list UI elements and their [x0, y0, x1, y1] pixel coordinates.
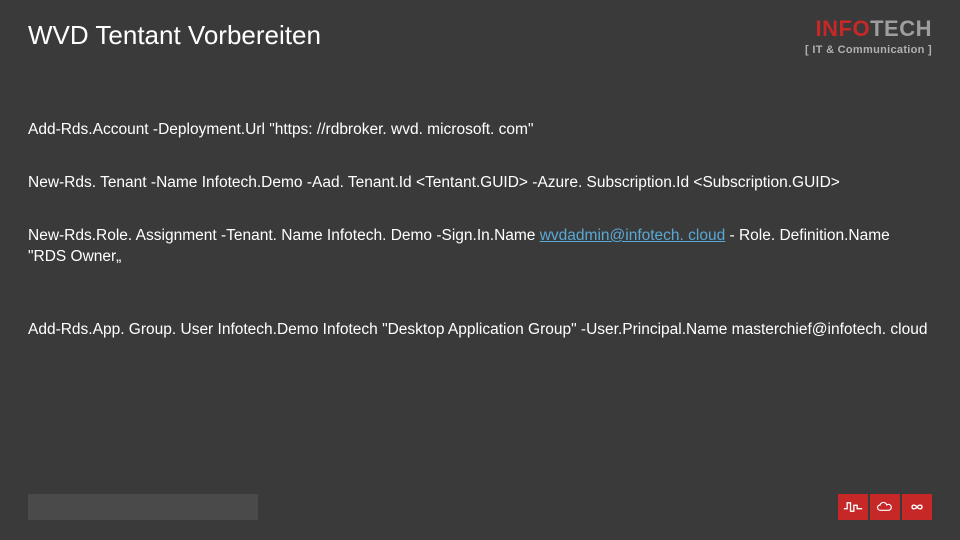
footer-placeholder-bar: [28, 494, 258, 520]
cmd3-email-link[interactable]: wvdadmin@infotech. cloud: [540, 227, 725, 244]
cmd3-pre: New-Rds.Role. Assignment -Tenant. Name I…: [28, 227, 540, 244]
logo-text: INFOTECH: [805, 18, 932, 40]
content-body: Add-Rds.Account -Deployment.Url "https: …: [28, 120, 932, 373]
logo-part-tech: TECH: [870, 16, 932, 41]
command-line-2: New-Rds. Tenant -Name Infotech.Demo -Aad…: [28, 173, 932, 194]
infinity-icon: [902, 494, 932, 520]
cloud-icon: [870, 494, 900, 520]
command-line-1: Add-Rds.Account -Deployment.Url "https: …: [28, 120, 932, 141]
command-line-4: Add-Rds.App. Group. User Infotech.Demo I…: [28, 320, 932, 341]
pulse-icon: [838, 494, 868, 520]
footer-icon-row: [838, 494, 932, 520]
logo-part-info: INFO: [816, 16, 871, 41]
logo-tagline: [ IT & Communication ]: [805, 44, 932, 56]
slide-title: WVD Tentant Vorbereiten: [28, 20, 321, 51]
command-line-3: New-Rds.Role. Assignment -Tenant. Name I…: [28, 226, 932, 268]
company-logo: INFOTECH [ IT & Communication ]: [805, 18, 932, 56]
